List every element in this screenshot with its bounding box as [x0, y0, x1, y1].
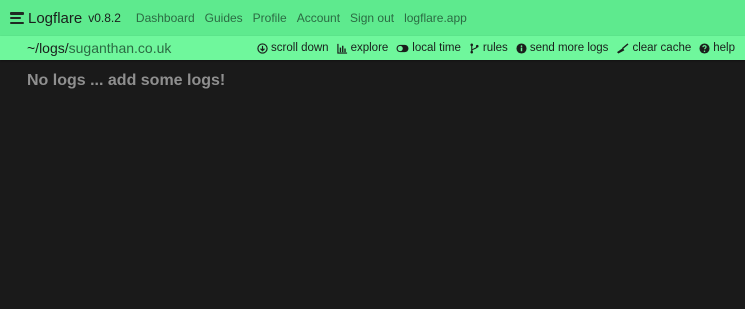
- send-more-logs-button[interactable]: send more logs: [516, 42, 609, 54]
- source-name[interactable]: suganthan.co.uk: [69, 40, 172, 56]
- clear-cache-label: clear cache: [632, 42, 692, 54]
- path-prefix: ~/logs/: [27, 40, 69, 56]
- toggle-on-icon: [396, 44, 409, 52]
- nav-link-guides[interactable]: Guides: [205, 11, 243, 25]
- rules-button[interactable]: rules: [469, 42, 508, 54]
- send-more-logs-label: send more logs: [529, 42, 609, 54]
- nav-link-dashboard[interactable]: Dashboard: [136, 11, 195, 25]
- arrow-circle-down-icon: [257, 42, 268, 54]
- nav-link-account[interactable]: Account: [297, 11, 340, 25]
- question-circle-icon: [699, 42, 710, 54]
- nav-link-logflare-app[interactable]: logflare.app: [404, 11, 467, 25]
- nav-link-sign-out[interactable]: Sign out: [350, 11, 394, 25]
- nav-link-profile[interactable]: Profile: [253, 11, 287, 25]
- source-actions: scroll down explore local time rules sen…: [249, 42, 735, 54]
- log-events-area: No logs ... add some logs!: [0, 60, 745, 102]
- code-branch-icon: [470, 43, 479, 53]
- local-time-label: local time: [412, 42, 461, 54]
- source-breadcrumb: ~/logs/suganthan.co.uk: [27, 40, 171, 56]
- brand-name[interactable]: Logflare: [28, 10, 82, 27]
- menu-icon[interactable]: [10, 12, 24, 24]
- scroll-down-label: scroll down: [271, 42, 329, 54]
- brand[interactable]: Logflare v0.8.2: [10, 10, 121, 27]
- help-button[interactable]: help: [699, 42, 735, 54]
- explore-button[interactable]: explore: [336, 42, 389, 54]
- scroll-down-button[interactable]: scroll down: [257, 42, 329, 54]
- help-label: help: [713, 42, 735, 54]
- broom-icon: [617, 42, 629, 54]
- explore-label: explore: [350, 42, 389, 54]
- info-circle-icon: [516, 42, 527, 54]
- local-time-toggle[interactable]: local time: [396, 42, 461, 54]
- source-subnav: ~/logs/suganthan.co.uk scroll down explo…: [0, 36, 745, 60]
- chart-bar-icon: [336, 43, 347, 54]
- clear-cache-button[interactable]: clear cache: [616, 42, 691, 54]
- nav-links: Dashboard Guides Profile Account Sign ou…: [131, 11, 472, 25]
- top-navbar: Logflare v0.8.2 Dashboard Guides Profile…: [0, 0, 745, 36]
- brand-version: v0.8.2: [88, 11, 121, 25]
- empty-logs-message: No logs ... add some logs!: [27, 72, 226, 89]
- rules-label: rules: [482, 42, 508, 54]
